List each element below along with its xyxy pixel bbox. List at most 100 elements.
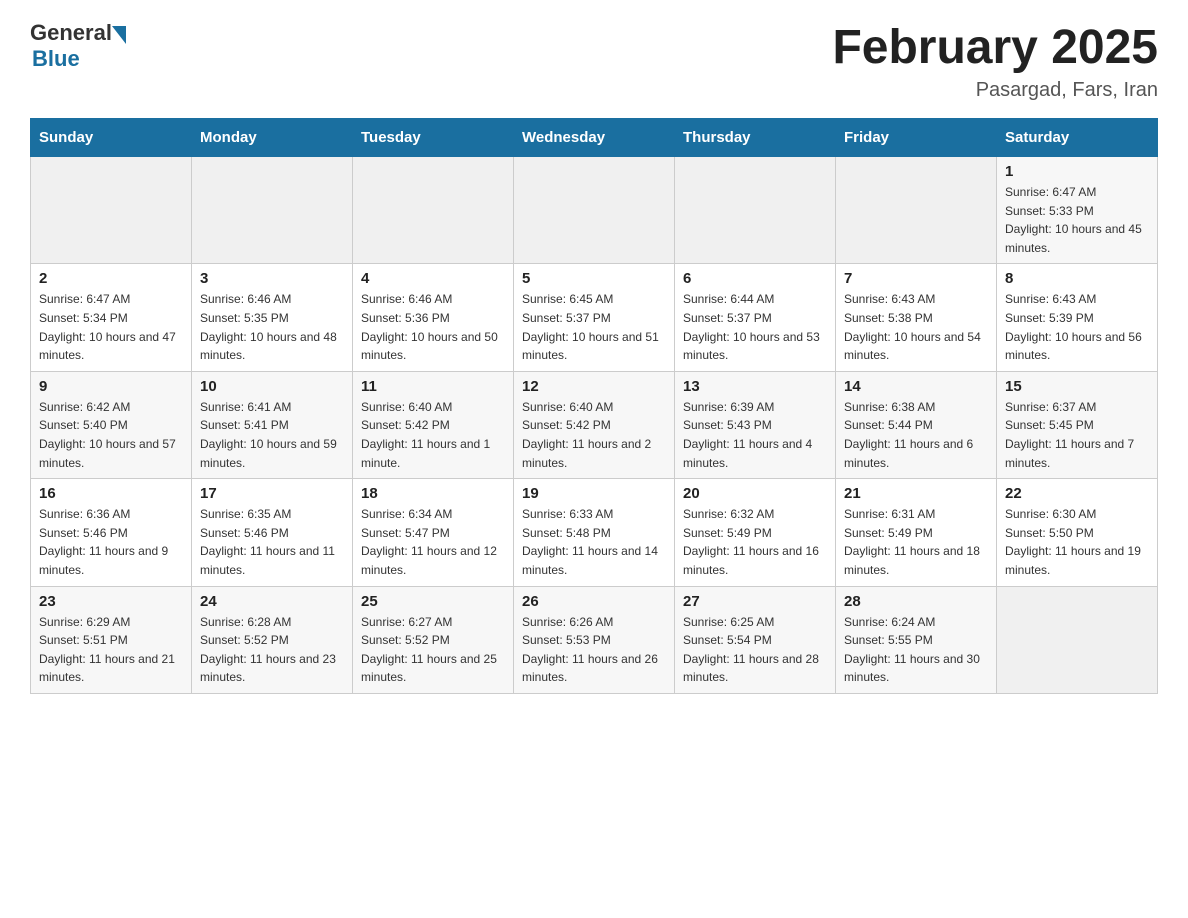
title-section: February 2025 Pasargad, Fars, Iran xyxy=(832,20,1158,102)
calendar-week-row: 2Sunrise: 6:47 AM Sunset: 5:34 PM Daylig… xyxy=(31,264,1158,371)
day-number: 10 xyxy=(200,378,344,395)
calendar-cell xyxy=(997,586,1158,693)
day-number: 17 xyxy=(200,485,344,502)
day-number: 20 xyxy=(683,485,827,502)
day-number: 27 xyxy=(683,593,827,610)
day-info: Sunrise: 6:40 AM Sunset: 5:42 PM Dayligh… xyxy=(361,398,505,472)
day-info: Sunrise: 6:25 AM Sunset: 5:54 PM Dayligh… xyxy=(683,613,827,687)
day-number: 11 xyxy=(361,378,505,395)
calendar-week-row: 23 Sunrise: 6:29 AM Sunset: 5:51 PM Dayli… xyxy=(31,586,1158,693)
day-number: 25 xyxy=(361,593,505,610)
day-info: Sunrise: 6:29 AM Sunset: 5:51 PM Dayligh… xyxy=(39,613,183,687)
calendar-cell: 15 Sunrise: 6:37 AM Sunset: 5:45 PM Dayli… xyxy=(997,371,1158,478)
calendar-cell xyxy=(514,157,675,264)
day-info: Sunrise: 6:46 AM Sunset: 5:36 PM Dayligh… xyxy=(361,290,505,364)
day-info: Sunrise: 6:30 AM Sunset: 5:50 PM Dayligh… xyxy=(1005,505,1149,579)
calendar-cell: 25 Sunrise: 6:27 AM Sunset: 5:52 PM Dayli… xyxy=(353,586,514,693)
weekday-header-saturday: Saturday xyxy=(997,119,1158,157)
day-info: Sunrise: 6:26 AM Sunset: 5:53 PM Dayligh… xyxy=(522,613,666,687)
day-number: 5 xyxy=(522,270,666,287)
day-info: Sunrise: 6:24 AM Sunset: 5:55 PM Dayligh… xyxy=(844,613,988,687)
weekday-header-thursday: Thursday xyxy=(675,119,836,157)
day-info: Sunrise: 6:47 AM Sunset: 5:34 PM Dayligh… xyxy=(39,290,183,364)
calendar-cell: 17 Sunrise: 6:35 AM Sunset: 5:46 PM Dayli… xyxy=(192,479,353,586)
calendar-cell: 7 Sunrise: 6:43 AM Sunset: 5:38 PM Daylig… xyxy=(836,264,997,371)
calendar-week-row: 1 Sunrise: 6:47 AM Sunset: 5:33 PM Daylig… xyxy=(31,157,1158,264)
day-info: Sunrise: 6:44 AM Sunset: 5:37 PM Dayligh… xyxy=(683,290,827,364)
day-number: 28 xyxy=(844,593,988,610)
calendar-week-row: 16 Sunrise: 6:36 AM Sunset: 5:46 PM Dayli… xyxy=(31,479,1158,586)
calendar-cell: 19 Sunrise: 6:33 AM Sunset: 5:48 PM Dayli… xyxy=(514,479,675,586)
calendar-week-row: 9Sunrise: 6:42 AM Sunset: 5:40 PM Daylig… xyxy=(31,371,1158,478)
day-number: 19 xyxy=(522,485,666,502)
day-number: 14 xyxy=(844,378,988,395)
day-number: 8 xyxy=(1005,270,1149,287)
day-number: 23 xyxy=(39,593,183,610)
calendar-cell xyxy=(675,157,836,264)
day-info: Sunrise: 6:27 AM Sunset: 5:52 PM Dayligh… xyxy=(361,613,505,687)
calendar-cell: 9Sunrise: 6:42 AM Sunset: 5:40 PM Daylig… xyxy=(31,371,192,478)
calendar-cell: 18Sunrise: 6:34 AM Sunset: 5:47 PM Dayli… xyxy=(353,479,514,586)
calendar-cell xyxy=(836,157,997,264)
calendar-cell: 8Sunrise: 6:43 AM Sunset: 5:39 PM Daylig… xyxy=(997,264,1158,371)
calendar-cell: 3 Sunrise: 6:46 AM Sunset: 5:35 PM Daylig… xyxy=(192,264,353,371)
day-number: 18 xyxy=(361,485,505,502)
weekday-header-row: SundayMondayTuesdayWednesdayThursdayFrid… xyxy=(31,119,1158,157)
calendar-cell: 27 Sunrise: 6:25 AM Sunset: 5:54 PM Dayli… xyxy=(675,586,836,693)
calendar-cell xyxy=(353,157,514,264)
day-info: Sunrise: 6:37 AM Sunset: 5:45 PM Dayligh… xyxy=(1005,398,1149,472)
page-header: General Blue February 2025 Pasargad, Far… xyxy=(30,20,1158,102)
calendar-cell: 28 Sunrise: 6:24 AM Sunset: 5:55 PM Dayli… xyxy=(836,586,997,693)
calendar-cell: 13 Sunrise: 6:39 AM Sunset: 5:43 PM Dayli… xyxy=(675,371,836,478)
day-info: Sunrise: 6:31 AM Sunset: 5:49 PM Dayligh… xyxy=(844,505,988,579)
day-info: Sunrise: 6:41 AM Sunset: 5:41 PM Dayligh… xyxy=(200,398,344,472)
weekday-header-sunday: Sunday xyxy=(31,119,192,157)
calendar-cell: 1 Sunrise: 6:47 AM Sunset: 5:33 PM Daylig… xyxy=(997,157,1158,264)
calendar-cell: 24 Sunrise: 6:28 AM Sunset: 5:52 PM Dayli… xyxy=(192,586,353,693)
calendar-cell: 14 Sunrise: 6:38 AM Sunset: 5:44 PM Dayli… xyxy=(836,371,997,478)
day-info: Sunrise: 6:47 AM Sunset: 5:33 PM Dayligh… xyxy=(1005,183,1149,257)
day-info: Sunrise: 6:43 AM Sunset: 5:38 PM Dayligh… xyxy=(844,290,988,364)
day-info: Sunrise: 6:46 AM Sunset: 5:35 PM Dayligh… xyxy=(200,290,344,364)
day-number: 24 xyxy=(200,593,344,610)
calendar-cell: 23 Sunrise: 6:29 AM Sunset: 5:51 PM Dayli… xyxy=(31,586,192,693)
logo-arrow-icon xyxy=(112,26,126,44)
calendar-cell: 10 Sunrise: 6:41 AM Sunset: 5:41 PM Dayli… xyxy=(192,371,353,478)
day-number: 7 xyxy=(844,270,988,287)
day-number: 13 xyxy=(683,378,827,395)
day-number: 16 xyxy=(39,485,183,502)
day-number: 6 xyxy=(683,270,827,287)
calendar-cell: 6 Sunrise: 6:44 AM Sunset: 5:37 PM Daylig… xyxy=(675,264,836,371)
calendar-cell: 12Sunrise: 6:40 AM Sunset: 5:42 PM Dayli… xyxy=(514,371,675,478)
calendar-title: February 2025 xyxy=(832,20,1158,75)
day-number: 12 xyxy=(522,378,666,395)
day-info: Sunrise: 6:28 AM Sunset: 5:52 PM Dayligh… xyxy=(200,613,344,687)
day-info: Sunrise: 6:36 AM Sunset: 5:46 PM Dayligh… xyxy=(39,505,183,579)
logo-text-general: General xyxy=(30,20,112,46)
calendar-table: SundayMondayTuesdayWednesdayThursdayFrid… xyxy=(30,118,1158,694)
day-info: Sunrise: 6:39 AM Sunset: 5:43 PM Dayligh… xyxy=(683,398,827,472)
weekday-header-wednesday: Wednesday xyxy=(514,119,675,157)
calendar-cell: 5Sunrise: 6:45 AM Sunset: 5:37 PM Daylig… xyxy=(514,264,675,371)
calendar-cell: 2Sunrise: 6:47 AM Sunset: 5:34 PM Daylig… xyxy=(31,264,192,371)
weekday-header-friday: Friday xyxy=(836,119,997,157)
calendar-cell: 26 Sunrise: 6:26 AM Sunset: 5:53 PM Dayli… xyxy=(514,586,675,693)
day-number: 1 xyxy=(1005,163,1149,180)
day-info: Sunrise: 6:38 AM Sunset: 5:44 PM Dayligh… xyxy=(844,398,988,472)
weekday-header-tuesday: Tuesday xyxy=(353,119,514,157)
day-number: 21 xyxy=(844,485,988,502)
calendar-cell: 20 Sunrise: 6:32 AM Sunset: 5:49 PM Dayli… xyxy=(675,479,836,586)
calendar-subtitle: Pasargad, Fars, Iran xyxy=(832,79,1158,102)
logo: General Blue xyxy=(30,20,126,72)
day-number: 15 xyxy=(1005,378,1149,395)
day-info: Sunrise: 6:33 AM Sunset: 5:48 PM Dayligh… xyxy=(522,505,666,579)
calendar-cell xyxy=(31,157,192,264)
day-number: 26 xyxy=(522,593,666,610)
day-info: Sunrise: 6:32 AM Sunset: 5:49 PM Dayligh… xyxy=(683,505,827,579)
day-number: 3 xyxy=(200,270,344,287)
calendar-cell: 22Sunrise: 6:30 AM Sunset: 5:50 PM Dayli… xyxy=(997,479,1158,586)
day-info: Sunrise: 6:35 AM Sunset: 5:46 PM Dayligh… xyxy=(200,505,344,579)
calendar-cell xyxy=(192,157,353,264)
logo-text-blue: Blue xyxy=(32,46,80,71)
weekday-header-monday: Monday xyxy=(192,119,353,157)
